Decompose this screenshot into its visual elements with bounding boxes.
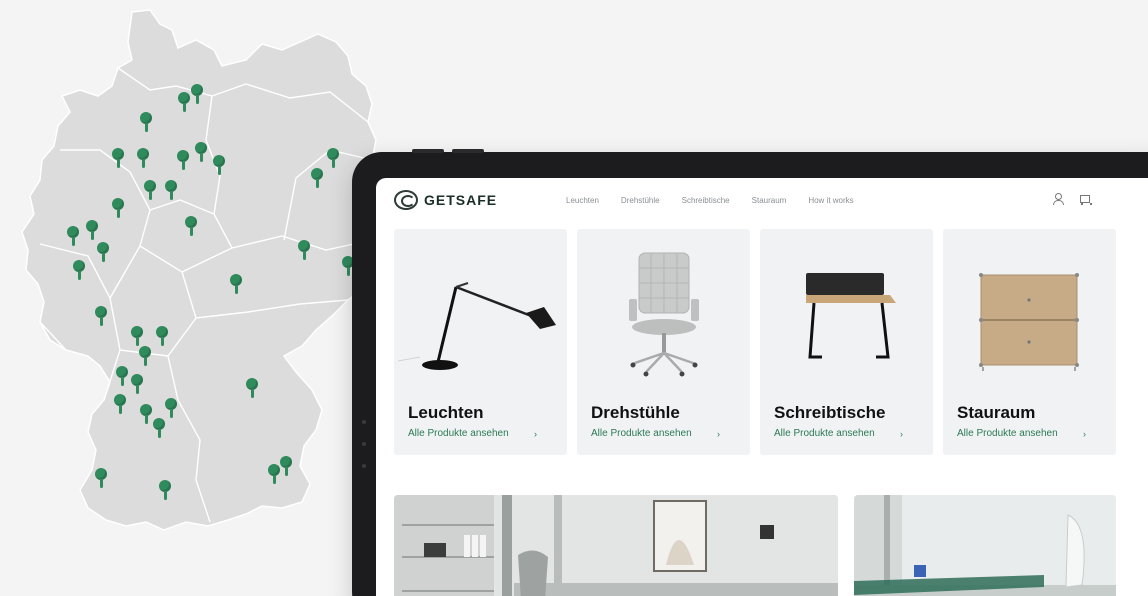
tablet-volume-button: [452, 149, 484, 153]
category-title: Drehstühle: [591, 403, 680, 422]
location-pin-icon[interactable]: [86, 220, 98, 240]
office-scene-image: [394, 495, 838, 596]
category-link[interactable]: Alle Produkte ansehen: [408, 428, 509, 439]
location-pin-icon[interactable]: [268, 464, 280, 484]
category-title: Leuchten: [408, 403, 484, 422]
office-chair-icon: [629, 252, 699, 377]
location-pin-icon[interactable]: [156, 326, 168, 346]
location-pin-icon[interactable]: [137, 148, 149, 168]
brand-logo[interactable]: GETSAFE: [394, 190, 497, 210]
category-card-drehstuehle[interactable]: Drehstühle Alle Produkte ansehen ›: [577, 229, 750, 455]
location-pin-icon[interactable]: [327, 148, 339, 168]
location-pin-icon[interactable]: [140, 404, 152, 424]
tablet-camera: [362, 420, 366, 424]
location-pin-icon[interactable]: [298, 240, 310, 260]
brand-name: GETSAFE: [424, 192, 498, 208]
tablet-sensor: [362, 464, 366, 468]
top-navigation: GETSAFE Leuchten Drehstühle Schreibtisch…: [376, 178, 1148, 222]
nav-link-drehstuehle[interactable]: Drehstühle: [621, 196, 660, 205]
office-banner-image[interactable]: [394, 495, 838, 596]
location-pin-icon[interactable]: [153, 418, 165, 438]
location-pin-icon[interactable]: [140, 112, 152, 132]
category-link[interactable]: Alle Produkte ansehen: [957, 428, 1058, 439]
chevron-right-icon: ›: [900, 429, 903, 439]
category-card-stauraum[interactable]: Stauraum Alle Produkte ansehen ›: [943, 229, 1116, 455]
nav-icons: [1052, 192, 1092, 206]
location-pin-icon[interactable]: [112, 198, 124, 218]
location-pin-icon[interactable]: [95, 306, 107, 326]
nav-link-how-it-works[interactable]: How it works: [808, 196, 853, 205]
chevron-right-icon: ›: [534, 429, 537, 439]
location-pin-icon[interactable]: [159, 480, 171, 500]
nav-link-schreibtische[interactable]: Schreibtische: [682, 196, 730, 205]
location-pin-icon[interactable]: [67, 226, 79, 246]
location-pin-icon[interactable]: [131, 326, 143, 346]
tablet-sensor: [362, 442, 366, 446]
office-scene-image: [854, 495, 1116, 596]
tablet-volume-button: [412, 149, 444, 153]
location-pin-icon[interactable]: [139, 346, 151, 366]
location-pin-icon[interactable]: [112, 148, 124, 168]
office-banner-image[interactable]: [854, 495, 1116, 596]
category-card-schreibtische[interactable]: Schreibtische Alle Produkte ansehen ›: [760, 229, 933, 455]
location-pin-icon[interactable]: [116, 366, 128, 386]
location-pin-icon[interactable]: [165, 398, 177, 418]
category-card-leuchten[interactable]: Leuchten Alle Produkte ansehen ›: [394, 229, 567, 455]
location-pin-icon[interactable]: [178, 92, 190, 112]
tablet-device: GETSAFE Leuchten Drehstühle Schreibtisch…: [352, 149, 1148, 596]
location-pin-icon[interactable]: [230, 274, 242, 294]
user-icon[interactable]: [1052, 192, 1064, 206]
category-title: Schreibtische: [774, 403, 886, 422]
location-pin-icon[interactable]: [97, 242, 109, 262]
chevron-right-icon: ›: [1083, 429, 1086, 439]
nav-links: Leuchten Drehstühle Schreibtische Staura…: [566, 178, 854, 222]
location-pin-icon[interactable]: [144, 180, 156, 200]
location-pin-icon[interactable]: [311, 168, 323, 188]
location-pin-icon[interactable]: [73, 260, 85, 280]
location-pin-icon[interactable]: [131, 374, 143, 394]
location-pin-icon[interactable]: [177, 150, 189, 170]
location-pin-icon[interactable]: [114, 394, 126, 414]
nav-link-leuchten[interactable]: Leuchten: [566, 196, 599, 205]
location-pin-icon[interactable]: [213, 155, 225, 175]
location-pin-icon[interactable]: [191, 84, 203, 104]
cart-icon[interactable]: [1078, 192, 1092, 206]
category-link[interactable]: Alle Produkte ansehen: [591, 428, 692, 439]
location-pin-icon[interactable]: [185, 216, 197, 236]
germany-map: [0, 0, 400, 560]
category-link[interactable]: Alle Produkte ansehen: [774, 428, 875, 439]
location-pin-icon[interactable]: [280, 456, 292, 476]
desk-icon: [806, 273, 896, 359]
cabinet-icon: [979, 273, 1079, 371]
location-pin-icon[interactable]: [246, 378, 258, 398]
tablet-screen: GETSAFE Leuchten Drehstühle Schreibtisch…: [376, 178, 1148, 596]
category-cards: Leuchten Alle Produkte ansehen › Drehstü…: [394, 229, 1116, 455]
location-pin-icon[interactable]: [165, 180, 177, 200]
chevron-right-icon: ›: [717, 429, 720, 439]
location-pin-icon[interactable]: [95, 468, 107, 488]
location-pin-icon[interactable]: [195, 142, 207, 162]
category-title: Stauraum: [957, 403, 1036, 422]
nav-link-stauraum[interactable]: Stauraum: [752, 196, 787, 205]
desk-lamp-icon: [397, 282, 556, 370]
logo-icon: [394, 190, 418, 210]
